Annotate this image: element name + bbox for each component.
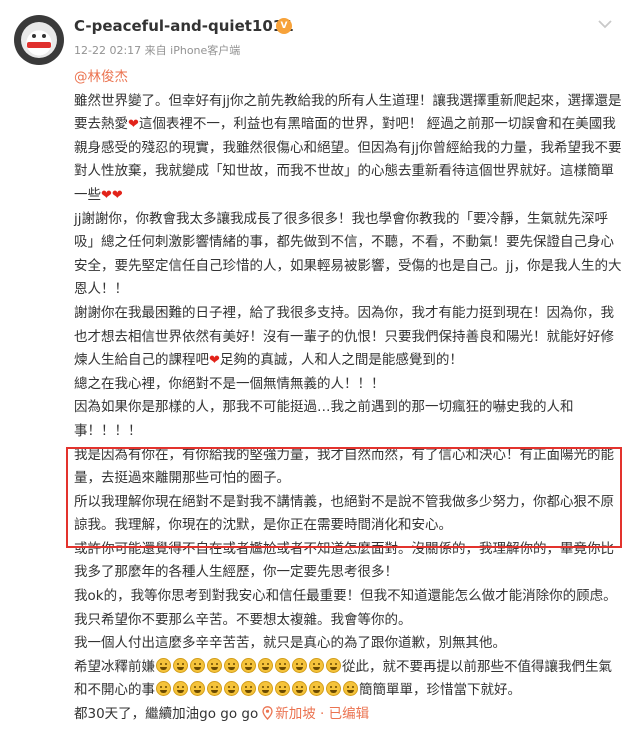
paragraph-text: 簡簡單單，珍惜當下就好。: [359, 682, 521, 699]
avatar-eye: [32, 34, 36, 38]
heart-icon: ❤: [128, 117, 139, 133]
avatar-scarf: [27, 42, 51, 48]
smile-emoji-icon: [292, 681, 307, 697]
paragraph-10: 我一個人付出這麼多辛辛苦苦，就只是真心的為了跟你道歉，別無其他。: [74, 635, 506, 652]
smile-emoji-icon: [207, 681, 222, 697]
paragraph-12: 都30天了，繼續加油go go go 新加坡 · 已编辑: [74, 703, 622, 727]
timestamp[interactable]: 12-22 02:17: [74, 44, 141, 57]
smile-emoji-icon: [275, 657, 290, 673]
vip-badge-icon[interactable]: V: [276, 18, 292, 34]
smile-emoji-icon: [309, 657, 324, 673]
smile-emoji-icon: [224, 657, 239, 673]
smile-emoji-icon: [275, 681, 290, 697]
post-meta: 12-22 02:17 来自 iPhone客户端: [74, 42, 240, 58]
smile-emoji-icon: [258, 657, 273, 673]
avatar[interactable]: [14, 15, 64, 65]
paragraph-text: 都30天了，繼續加油go go go: [74, 706, 259, 723]
paragraph-text: 足夠的真誠，人和人之間是能感覺到的！: [219, 352, 463, 369]
smile-emoji-icon: [190, 681, 205, 697]
smile-emoji-icon: [173, 681, 188, 697]
highlight-box: [66, 447, 622, 548]
smile-emoji-icon: [173, 657, 188, 673]
smile-emoji-icon: [326, 657, 341, 673]
paragraph-text: 希望冰釋前嫌: [74, 658, 155, 675]
paragraph-3: 謝謝你在我最困難的日子裡，給了我很多支持。因為你，我才有能力挺到現在！因為你，我…: [74, 302, 622, 373]
smile-emoji-icon: [207, 657, 222, 673]
smile-emoji-icon: [224, 681, 239, 697]
smile-emoji-icon: [241, 681, 256, 697]
chevron-down-icon[interactable]: [597, 18, 613, 30]
paragraph-11: 希望冰釋前嫌 從此，就不要再提以前那些不值得讓我們生氣和不開心的事 簡簡單單，珍惜當…: [74, 656, 622, 703]
paragraph-2: jj謝謝你，你教會我太多讓我成長了很多很多！我也學會你教我的「要冷靜，生氣就先深…: [74, 210, 622, 298]
smile-emoji-icon: [156, 657, 171, 673]
smile-emoji-icon: [156, 681, 171, 697]
username[interactable]: C-peaceful-and-quiet1011: [74, 17, 294, 35]
paragraph-9: 我ok的，我等你思考到對我安心和信任最重要！但我不知道還能怎么做才能消除你的顾虑…: [74, 588, 617, 628]
post-content: @林俊杰 雖然世界變了。但幸好有jj你之前先教給我的所有人生道理！讓我選擇重新爬…: [74, 66, 622, 727]
smile-emoji-icon: [343, 681, 358, 697]
paragraph-4: 總之在我心裡，你絕對不是一個無情無義的人！！！: [74, 375, 385, 392]
smile-emoji-icon: [190, 657, 205, 673]
mention-link[interactable]: @林俊杰: [74, 66, 622, 90]
avatar-inner: [21, 22, 57, 58]
source: 来自 iPhone客户端: [144, 44, 241, 57]
paragraph-5: 因為如果你是那樣的人，那我不可能挺過…我之前遇到的那一切瘋狂的嚇史我的人和事！！…: [74, 399, 574, 439]
heart-icon: ❤: [111, 187, 123, 203]
location-link[interactable]: 新加坡 · 已编辑: [275, 706, 369, 722]
paragraph-text: 這個表裡不一，利益也有黑暗面的世界，對吧！ 經過之前那一切誤會和在美國我親身感受…: [74, 116, 622, 203]
avatar-eye: [42, 34, 46, 38]
smile-emoji-icon: [241, 657, 256, 673]
heart-icon: ❤: [209, 353, 220, 369]
smile-emoji-icon: [326, 681, 341, 697]
smile-emoji-icon: [292, 657, 307, 673]
smile-emoji-icon: [258, 681, 273, 697]
heart-icon: ❤: [101, 187, 112, 203]
post-header: C-peaceful-and-quiet1011 V 12-22 02:17 来…: [14, 14, 615, 66]
paragraph-1: 雖然世界變了。但幸好有jj你之前先教給我的所有人生道理！讓我選擇重新爬起來，選擇…: [74, 90, 622, 208]
location-pin-icon: [262, 706, 273, 720]
smile-emoji-icon: [309, 681, 324, 697]
